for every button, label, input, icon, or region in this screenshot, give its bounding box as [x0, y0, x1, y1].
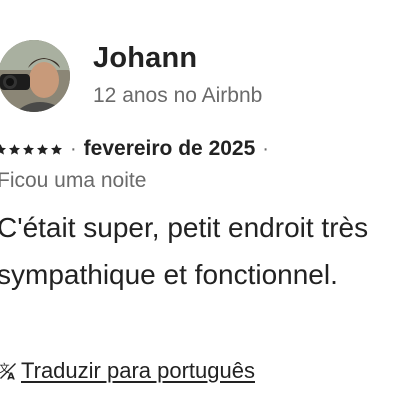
svg-text:A: A	[7, 371, 15, 381]
review-date: fevereiro de 2025	[83, 137, 256, 160]
star-icon	[50, 143, 63, 155]
translate-icon: 文 A	[0, 361, 16, 381]
separator-dot: ·	[70, 138, 77, 160]
star-icon	[36, 143, 49, 155]
review-card: Johann 12 anos no Airbnb · fevereiro de …	[0, 0, 420, 420]
separator-dot: ·	[262, 138, 269, 160]
translate-action[interactable]: 文 A Traduzir para português	[0, 356, 255, 386]
reviewer-header: Johann 12 anos no Airbnb	[0, 40, 420, 112]
star-icon	[8, 143, 21, 155]
avatar[interactable]	[0, 40, 70, 112]
reviewer-tenure: 12 anos no Airbnb	[93, 84, 263, 107]
stay-duration: Ficou uma noite	[0, 169, 147, 192]
translate-link[interactable]: Traduzir para português	[21, 358, 255, 384]
review-meta: · fevereiro de 2025 ·	[0, 135, 276, 163]
rating-stars	[0, 143, 63, 156]
reviewer-name[interactable]: Johann	[93, 40, 197, 76]
review-text: C'était super, petit endroit très sympat…	[0, 212, 369, 290]
star-icon	[22, 143, 35, 155]
star-icon	[0, 143, 7, 155]
avatar-photo	[0, 40, 70, 112]
